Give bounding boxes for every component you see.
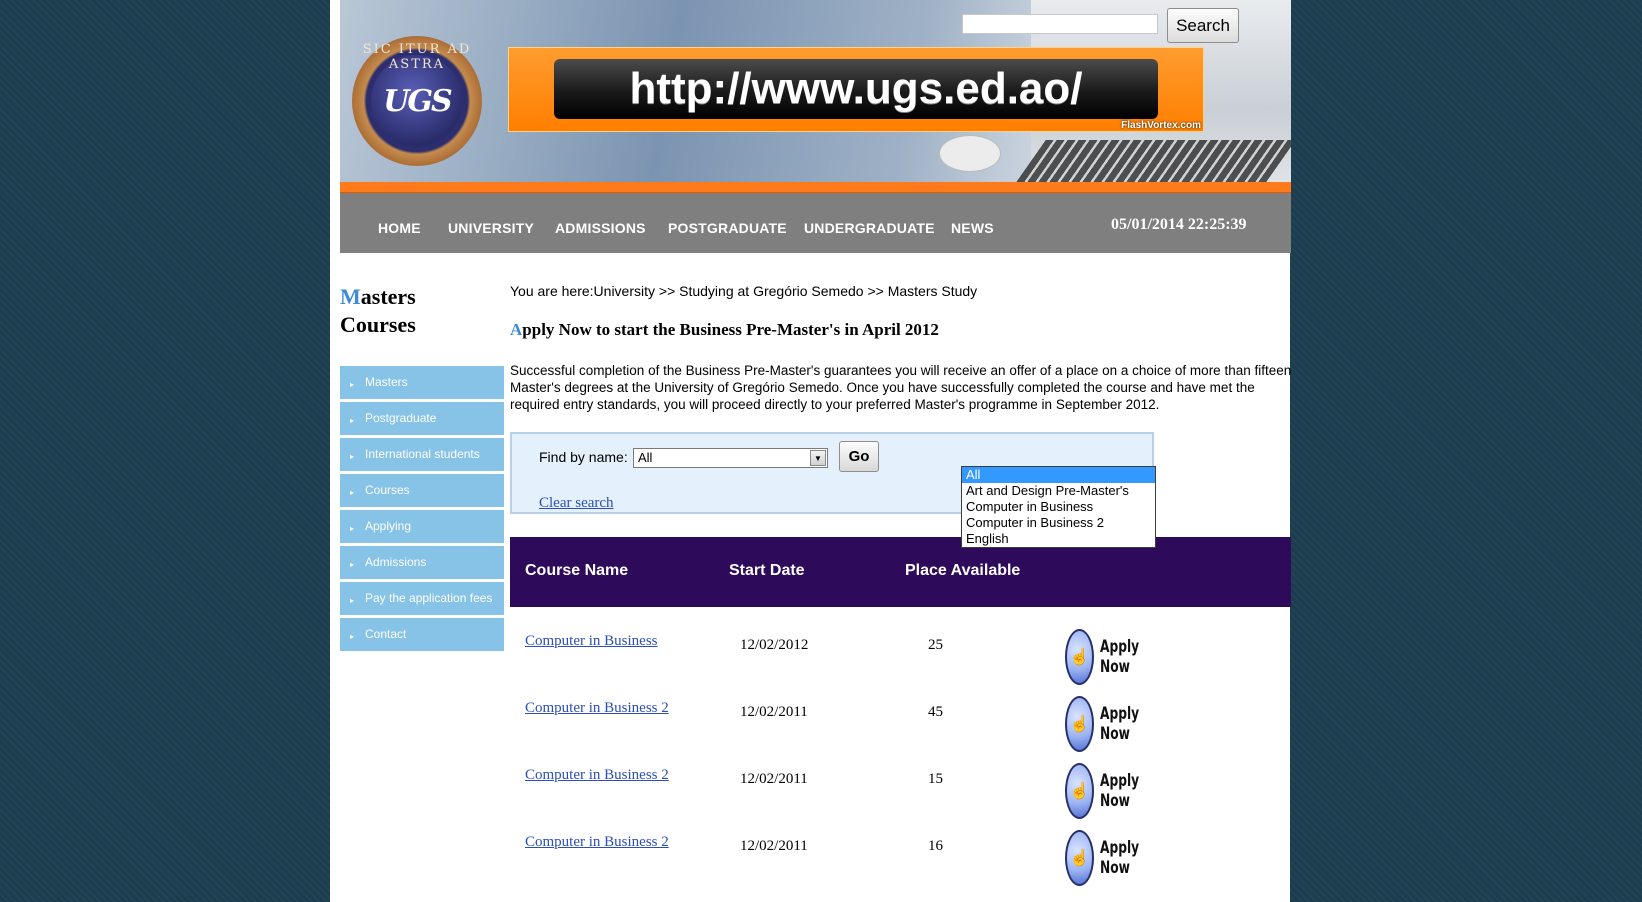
course-name-link[interactable]: Computer in Business 2 bbox=[525, 834, 669, 851]
places-available: 25 bbox=[928, 637, 943, 653]
nav-item-university[interactable]: UNIVERSITY bbox=[448, 220, 534, 236]
hand-pointer-icon: ☝ bbox=[1065, 763, 1095, 819]
apply-now-button[interactable]: ☝ Apply Now bbox=[1065, 629, 1177, 685]
search-input[interactable] bbox=[962, 14, 1158, 34]
nav-item-admissions[interactable]: ADMISSIONS bbox=[555, 220, 646, 236]
column-header-place-available: Place Available bbox=[905, 562, 1021, 579]
apply-now-button[interactable]: ☝ Apply Now bbox=[1065, 763, 1177, 819]
sidebar-title-rest: asters bbox=[360, 284, 416, 309]
search-button[interactable]: Search bbox=[1167, 8, 1239, 43]
course-name-select[interactable]: All ▼ bbox=[633, 448, 828, 468]
course-name-link[interactable]: Computer in Business 2 bbox=[525, 700, 669, 717]
sidebar-item-applying[interactable]: Applying bbox=[340, 510, 504, 546]
page-title: Apply Now to start the Business Pre-Mast… bbox=[510, 320, 939, 340]
keyboard-image bbox=[1016, 140, 1291, 182]
start-date: 12/02/2012 bbox=[740, 637, 809, 653]
apply-now-button[interactable]: ☝ Apply Now bbox=[1065, 696, 1177, 752]
apply-now-label: Apply Now bbox=[1100, 771, 1140, 811]
go-button[interactable]: Go bbox=[839, 441, 879, 472]
nav-item-undergraduate[interactable]: UNDERGRADUATE bbox=[804, 220, 935, 236]
hand-pointer-icon: ☝ bbox=[1065, 830, 1095, 886]
course-name-select-value: All bbox=[638, 450, 653, 465]
page: SIC ITUR AD ASTRA UGS http://www.ugs.ed.… bbox=[330, 0, 1292, 902]
sidebar-item-contact[interactable]: Contact bbox=[340, 618, 504, 654]
nav-item-home[interactable]: HOME bbox=[378, 220, 421, 236]
courses-table-header: Course Name Start Date Place Available bbox=[510, 537, 1291, 607]
header: SIC ITUR AD ASTRA UGS http://www.ugs.ed.… bbox=[340, 0, 1291, 182]
banner-url-text: http://www.ugs.ed.ao/ bbox=[554, 59, 1158, 119]
places-available: 15 bbox=[928, 771, 943, 787]
intro-paragraph: Successful completion of the Business Pr… bbox=[510, 363, 1292, 412]
main-nav: HOME UNIVERSITY ADMISSIONS POSTGRADUATE … bbox=[340, 193, 1291, 253]
apply-now-label: Apply Now bbox=[1100, 637, 1140, 677]
breadcrumb: You are here:University >> Studying at G… bbox=[510, 283, 978, 299]
hand-pointer-icon: ☝ bbox=[1065, 696, 1095, 752]
sidebar-item-postgraduate[interactable]: Postgraduate bbox=[340, 402, 504, 438]
sidebar-title-cap: M bbox=[340, 284, 361, 309]
course-name-link[interactable]: Computer in Business bbox=[525, 633, 658, 650]
flash-banner[interactable]: http://www.ugs.ed.ao/ FlashVortex.com bbox=[508, 47, 1204, 132]
table-row: Computer in Business 12/02/2012 25 ☝ App… bbox=[510, 629, 1291, 701]
sidebar-item-admissions[interactable]: Admissions bbox=[340, 546, 504, 582]
table-row: Computer in Business 2 12/02/2011 45 ☝ A… bbox=[510, 696, 1291, 768]
course-name-link[interactable]: Computer in Business 2 bbox=[525, 767, 669, 784]
places-available: 45 bbox=[928, 704, 943, 720]
start-date: 12/02/2011 bbox=[740, 704, 808, 720]
column-header-start-date: Start Date bbox=[729, 562, 805, 579]
sidebar-item-pay-fees[interactable]: Pay the application fees bbox=[340, 582, 504, 618]
column-header-course-name: Course Name bbox=[525, 562, 629, 579]
dropdown-option-all[interactable]: All bbox=[962, 467, 1155, 483]
start-date: 12/02/2011 bbox=[740, 838, 808, 854]
chevron-down-icon[interactable]: ▼ bbox=[810, 450, 826, 466]
nav-item-news[interactable]: NEWS bbox=[951, 220, 994, 236]
apply-now-label: Apply Now bbox=[1100, 838, 1140, 878]
table-row: Computer in Business 2 12/02/2011 15 ☝ A… bbox=[510, 763, 1291, 835]
logo-motto: SIC ITUR AD ASTRA bbox=[362, 42, 472, 72]
sidebar-item-international-students[interactable]: International students bbox=[340, 438, 504, 474]
start-date: 12/02/2011 bbox=[740, 771, 808, 787]
dropdown-option-computer-business[interactable]: Computer in Business bbox=[962, 499, 1155, 515]
find-by-name-label: Find by name: bbox=[539, 449, 628, 465]
mouse-image bbox=[939, 135, 1001, 172]
header-divider bbox=[340, 182, 1291, 193]
apply-now-label: Apply Now bbox=[1100, 704, 1140, 744]
banner-credit: FlashVortex.com bbox=[1121, 120, 1201, 131]
current-datetime: 05/01/2014 22:25:39 bbox=[1111, 216, 1247, 233]
apply-now-button[interactable]: ☝ Apply Now bbox=[1065, 830, 1177, 886]
dropdown-option-art-design[interactable]: Art and Design Pre-Master's bbox=[962, 483, 1155, 499]
sidebar-item-courses[interactable]: Courses bbox=[340, 474, 504, 510]
table-row: Computer in Business 2 12/02/2011 16 ☝ A… bbox=[510, 830, 1291, 902]
sidebar-menu: Masters Postgraduate International stude… bbox=[340, 366, 504, 654]
sidebar-item-masters[interactable]: Masters bbox=[340, 366, 504, 402]
dropdown-option-english[interactable]: English bbox=[962, 531, 1155, 547]
university-logo[interactable]: SIC ITUR AD ASTRA UGS bbox=[352, 36, 482, 166]
course-name-dropdown-list: All Art and Design Pre-Master's Computer… bbox=[961, 466, 1156, 548]
hand-pointer-icon: ☝ bbox=[1065, 629, 1095, 685]
clear-search-link[interactable]: Clear search bbox=[539, 495, 614, 512]
places-available: 16 bbox=[928, 838, 943, 854]
page-title-cap: A bbox=[510, 320, 523, 339]
page-title-rest: pply Now to start the Business Pre-Maste… bbox=[522, 320, 939, 339]
sidebar-title-line2: Courses bbox=[340, 312, 416, 337]
sidebar-title: Masters Courses bbox=[340, 283, 416, 339]
dropdown-option-computer-business-2[interactable]: Computer in Business 2 bbox=[962, 515, 1155, 531]
nav-item-postgraduate[interactable]: POSTGRADUATE bbox=[668, 220, 787, 236]
